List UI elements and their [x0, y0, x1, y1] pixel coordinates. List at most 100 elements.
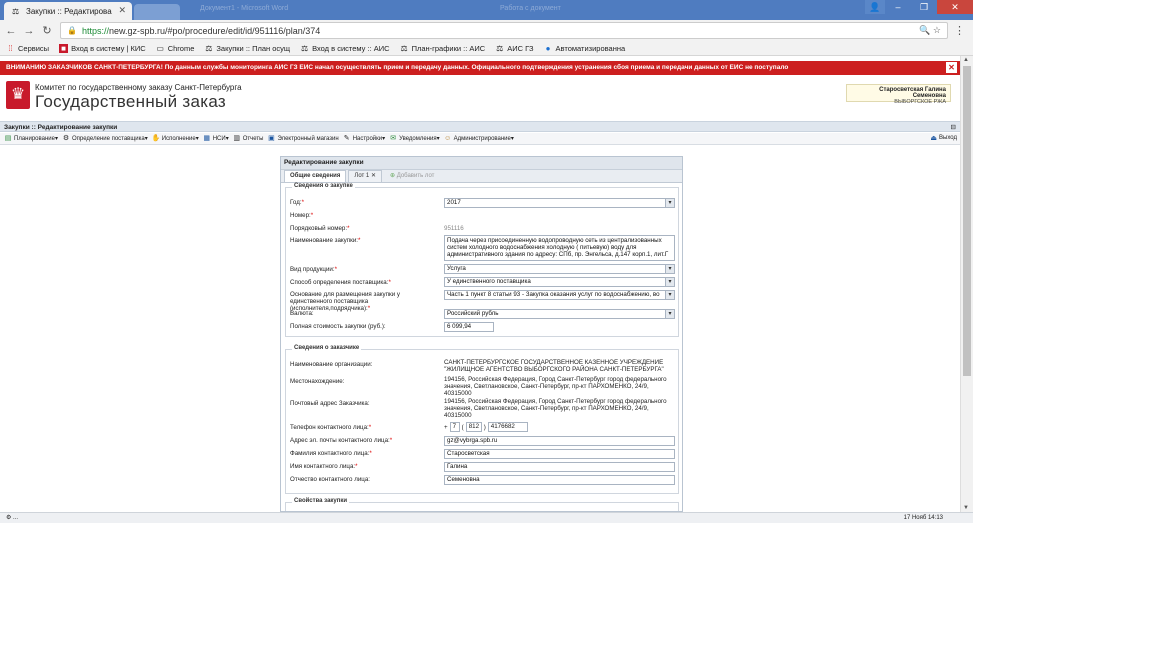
phone-label: Телефон контактного лица:* [290, 424, 372, 431]
basis-select[interactable]: Часть 1 пункт 8 статьи 93 - Закупка оказ… [444, 290, 675, 300]
number-label: Номер:* [290, 212, 314, 219]
phone-field: + 7 ( 812 ) 4176682 [444, 422, 530, 432]
forward-icon[interactable]: → [22, 24, 36, 38]
scrollbar-thumb[interactable] [963, 66, 971, 376]
handshake-icon: ✋ [151, 134, 161, 142]
window-controls: 👤 – ❐ ✕ [865, 0, 973, 16]
email-input[interactable]: gz@vybrga.spb.ru [444, 436, 675, 446]
page-scrollbar[interactable]: ▲ ▼ [960, 56, 973, 512]
order-number-value: 951116 [444, 225, 464, 232]
phone-code-input[interactable]: 812 [465, 422, 482, 432]
bookmark-services[interactable]: ⁞⁞ Сервисы [6, 44, 49, 53]
procurement-name-textarea[interactable]: Подача через присоединенную водопроводну… [444, 235, 675, 261]
email-label: Адрес эл. почты контактного лица:* [290, 437, 393, 444]
address-bar-row: ← → ↻ 🔒 https:// new.gz-spb.ru /#po/proc… [0, 20, 973, 42]
wrench-icon: ✎ [343, 134, 350, 142]
supplier-method-select[interactable]: У единственного поставщика ▾ [444, 277, 675, 287]
bookmark-kis[interactable]: ■ Вход в систему | КИС [59, 44, 146, 53]
page-icon: ▭ [156, 44, 164, 53]
collapse-icon[interactable]: ⊟ [951, 122, 956, 133]
menu-planning[interactable]: ▤ Планирование ▾ [4, 135, 58, 143]
surname-label: Фамилия контактного лица:* [290, 450, 372, 457]
zoom-and-star-icons[interactable]: 🔍 ☆ [919, 25, 941, 36]
properties-section: Свойства закупки [285, 498, 679, 511]
customer-section: Сведения о заказчике Наименование органи… [285, 345, 679, 494]
user-name: Старосветская Галина Семеновна [879, 87, 946, 99]
firstname-label: Имя контактного лица:* [290, 463, 358, 470]
user-info-box[interactable]: Старосветская Галина Семеновна ВЫБОРГСКО… [846, 84, 951, 105]
total-cost-input[interactable]: 6 099,94 [444, 322, 494, 332]
maximize-icon[interactable]: ❐ [911, 0, 937, 14]
tab-general[interactable]: Общие сведения [284, 170, 347, 182]
phone-number-input[interactable]: 4176682 [487, 422, 528, 432]
apps-icon: ⁞⁞ [8, 44, 13, 53]
currency-select[interactable]: Российский рубль ▾ [444, 309, 675, 319]
url-input[interactable]: 🔒 https:// new.gz-spb.ru /#po/procedure/… [60, 22, 948, 39]
total-cost-label: Полная стоимость закупки (руб.): [290, 323, 386, 330]
status-bar: ⚙ ... 17 Нояб 14:13 [0, 512, 973, 523]
site-icon: ■ [59, 44, 69, 53]
close-window-icon[interactable]: ✕ [937, 0, 973, 14]
alert-banner: ВНИМАНИЮ ЗАКАЗЧИКОВ САНКТ-ПЕТЕРБУРГА! По… [0, 61, 960, 75]
procurement-legend: Сведения о закупке [292, 183, 355, 189]
chevron-down-icon: ▾ [665, 265, 674, 273]
firstname-input[interactable]: Галина [444, 462, 675, 472]
exit-button[interactable]: ⏏ Выход [930, 134, 957, 142]
phone-country-input[interactable]: 7 [449, 422, 460, 432]
location-value: 194156, Российская Федерация, Город Санк… [444, 376, 667, 397]
back-icon[interactable]: ← [4, 24, 18, 38]
close-tab-icon[interactable]: ✕ [118, 5, 126, 16]
minimize-icon[interactable]: – [885, 0, 911, 14]
report-icon: ▥ [233, 134, 241, 142]
gear-search-icon: ⚙ [62, 134, 70, 142]
shop-icon: ▣ [268, 134, 275, 142]
procurement-section: Сведения о закупке Год:* 2017 ▾ Номер:* П… [285, 183, 679, 337]
bookmark-chrome[interactable]: ▭ Chrome [156, 44, 194, 53]
close-alert-icon[interactable]: ✕ [946, 62, 957, 73]
user-profile-icon[interactable]: 👤 [865, 0, 885, 14]
content-area: Редактирование закупки Общие сведения Ло… [0, 146, 960, 512]
bookmark-plan-graphs[interactable]: ⚖ План-графики :: АИС [400, 44, 485, 53]
status-datetime: 17 Нояб 14:13 [903, 515, 943, 521]
close-lot-icon[interactable]: ✕ [371, 173, 376, 179]
surname-input[interactable]: Старосветская [444, 449, 675, 459]
bookmark-ais-gz[interactable]: ⚖ АИС ГЗ [495, 44, 533, 53]
scroll-down-icon[interactable]: ▼ [963, 505, 969, 511]
scroll-up-icon[interactable]: ▲ [963, 57, 969, 63]
main-menu: ▤ Планирование ▾ ⚙ Определение поставщика ▾ … [0, 133, 960, 145]
browser-tab-active[interactable]: ⚖ Закупки :: Редактирова ✕ [4, 2, 132, 20]
bookmark-automated[interactable]: ● Автоматизированна [544, 44, 626, 53]
menu-notifications[interactable]: ✉ Уведомления ▾ [389, 135, 439, 143]
bookmark-login-ais[interactable]: ⚖ Вход в систему :: АИС [300, 44, 390, 53]
patronymic-input[interactable]: Семеновна [444, 475, 675, 485]
menu-eshop[interactable]: ▣ Электронный магазин [267, 134, 339, 143]
currency-label: Валюта: [290, 310, 314, 317]
add-lot-button[interactable]: ⊕ Добавить лот [384, 170, 440, 182]
module-title: Закупки :: Редактирование закупки [4, 124, 118, 131]
browser-menu-icon[interactable]: ⋮ [954, 24, 965, 37]
order-number-label: Порядковый номер:* [290, 225, 350, 232]
browser-tab-title: Закупки :: Редактирова [26, 6, 112, 16]
menu-settings[interactable]: ✎ Настройки ▾ [343, 135, 385, 143]
user-department: ВЫБОРГСКОЕ РЖА [894, 99, 946, 105]
product-type-select[interactable]: Услуга ▾ [444, 264, 675, 274]
new-tab-button[interactable] [134, 4, 180, 20]
exit-icon: ⏏ [930, 135, 938, 142]
menu-administration[interactable]: ☺ Администрирование ▾ [444, 135, 514, 143]
menu-execution[interactable]: ✋ Исполнение ▾ [152, 135, 199, 143]
properties-legend: Свойства закупки [292, 498, 350, 504]
menu-supplier[interactable]: ⚙ Определение поставщика ▾ [62, 135, 148, 143]
org-name-small: Комитет по государственному заказу Санкт… [35, 83, 242, 92]
year-select[interactable]: 2017 ▾ [444, 198, 675, 208]
menu-reports[interactable]: ▥ Отчеты [233, 134, 263, 143]
edit-procurement-dialog: Редактирование закупки Общие сведения Ло… [280, 156, 683, 512]
tab-lot-1[interactable]: Лот 1 ✕ [348, 170, 382, 182]
scales-icon: ⚖ [400, 44, 408, 53]
postal-address-value: 194156, Российская Федерация, Город Санк… [444, 398, 667, 419]
status-left: ⚙ ... [6, 515, 19, 521]
menu-nsi[interactable]: ▦ НСИ ▾ [203, 135, 228, 143]
coat-of-arms-logo[interactable]: ♛ [6, 81, 30, 109]
bookmark-plan[interactable]: ⚖ Закупки :: План осущ [204, 44, 290, 53]
chevron-down-icon: ▾ [665, 291, 674, 299]
reload-icon[interactable]: ↻ [40, 24, 54, 38]
